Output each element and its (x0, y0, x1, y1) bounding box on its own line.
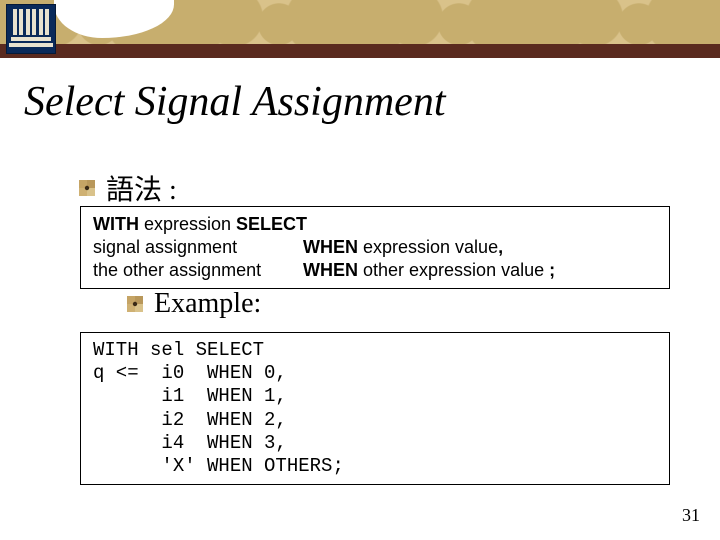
kw-with: WITH (93, 214, 139, 234)
logo-pillars (13, 9, 49, 35)
bullet-example-label: Example: (154, 288, 261, 320)
syntax-box: WITH expression SELECT signal assignment… (80, 206, 670, 289)
example-code-box: WITH sel SELECT q <= i0 WHEN 0, i1 WHEN … (80, 332, 670, 485)
kw-when: WHEN (303, 237, 358, 257)
kw-when: WHEN (303, 260, 358, 280)
logo-base (11, 37, 51, 41)
slide-title: Select Signal Assignment (24, 78, 446, 126)
bullet-icon (126, 295, 144, 313)
bullet-example: Example: (126, 288, 261, 320)
bullet-icon (78, 179, 96, 197)
kw-select: SELECT (236, 214, 307, 234)
syntax-line-2: signal assignment WHEN expression value, (93, 236, 659, 259)
page-number: 31 (682, 505, 700, 526)
syntax-line-3: the other assignment WHEN other expressi… (93, 259, 659, 282)
banner-underline-bar (0, 44, 720, 58)
bullet-syntax: 語法 : (78, 168, 177, 208)
header-banner (0, 0, 720, 66)
bullet-syntax-label: 語法 : (106, 168, 177, 208)
syntax-line-1: WITH expression SELECT (93, 213, 659, 236)
slide: Select Signal Assignment 語法 : WITH expre… (0, 0, 720, 540)
logo-base (9, 43, 53, 47)
university-logo (6, 4, 56, 54)
